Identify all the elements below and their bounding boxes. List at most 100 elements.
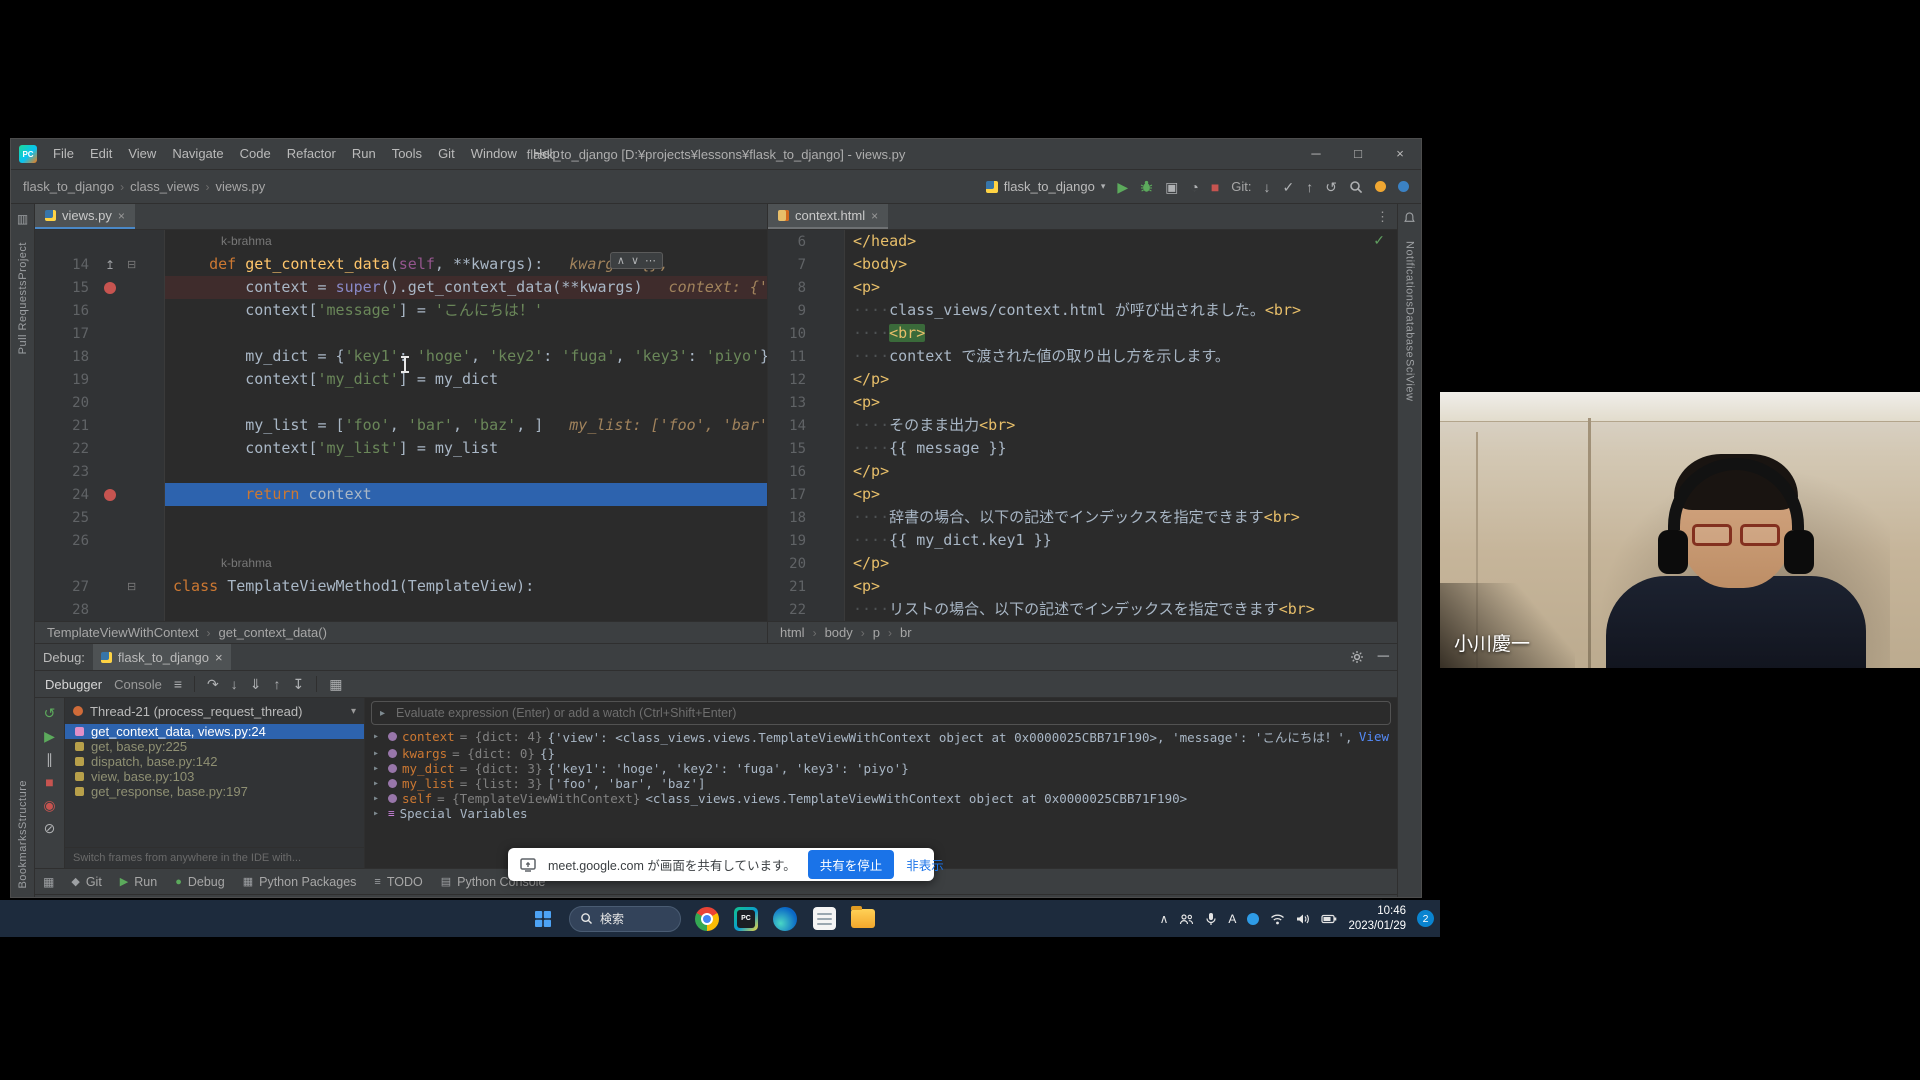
toolwindow-pull-requests[interactable]: Pull Requests xyxy=(17,280,29,354)
editor-breadcrumb-item[interactable]: p xyxy=(873,625,880,640)
hide-tool-window-icon[interactable]: ─ xyxy=(1378,648,1389,666)
toolwindow-bookmarks[interactable]: Bookmarks xyxy=(17,829,29,889)
editor-breadcrumb-item[interactable]: body xyxy=(825,625,853,640)
stop-sharing-button[interactable]: 共有を停止 xyxy=(808,850,895,879)
toolwindow-sciview[interactable]: SciView xyxy=(1404,359,1416,401)
toolwindow-database[interactable]: Database xyxy=(1404,307,1416,358)
toolwindow-button-todo[interactable]: ≡TODO xyxy=(365,869,431,894)
layout-options-icon[interactable]: ≡ xyxy=(174,676,182,692)
close-tab-icon[interactable]: × xyxy=(118,209,125,223)
toolwindow-button-debug[interactable]: ●Debug xyxy=(166,869,234,894)
editor-gutter[interactable]: 14↥⊟15161718192021222324252627⊟28 xyxy=(35,230,165,621)
tab-debugger[interactable]: Debugger xyxy=(45,677,102,692)
notifications-bell-icon[interactable] xyxy=(1403,212,1416,225)
battery-icon[interactable] xyxy=(1321,914,1337,924)
menu-edit[interactable]: Edit xyxy=(82,139,120,169)
notification-count-badge[interactable]: 2 xyxy=(1417,910,1434,927)
tab-options-icon[interactable]: ⋮ xyxy=(1376,209,1397,225)
run-config-selector[interactable]: flask_to_django ▾ xyxy=(986,179,1106,194)
close-button[interactable]: × xyxy=(1379,139,1421,169)
run-button[interactable]: ▶ xyxy=(1117,180,1128,194)
hide-link[interactable]: 非表示 xyxy=(906,855,944,874)
tool-window-switcher-icon[interactable]: ▦ xyxy=(43,875,54,889)
toolwindow-button-python-packages[interactable]: ▦Python Packages xyxy=(234,869,366,894)
taskbar-clock[interactable]: 10:46 2023/01/29 xyxy=(1348,904,1406,934)
hidden-icons-chevron[interactable]: ∧ xyxy=(1160,912,1169,926)
toolwindow-notifications[interactable]: Notifications xyxy=(1404,241,1416,307)
copilot-status-icon[interactable] xyxy=(1398,181,1409,192)
tab-views-py[interactable]: views.py × xyxy=(35,204,135,229)
expand-chevron-icon[interactable]: ▸ xyxy=(373,763,383,774)
menu-refactor[interactable]: Refactor xyxy=(279,139,344,169)
maximize-button[interactable]: □ xyxy=(1337,139,1379,169)
collapse-up-icon[interactable]: ∧ xyxy=(617,254,625,267)
view-link[interactable]: View xyxy=(1359,729,1389,744)
run-to-cursor-icon[interactable]: ↧ xyxy=(292,676,304,693)
breadcrumb-item[interactable]: class_views xyxy=(130,179,199,194)
microphone-icon[interactable] xyxy=(1205,912,1217,926)
stack-frame-row[interactable]: dispatch, base.py:142 xyxy=(65,754,364,769)
inspections-ok-icon[interactable]: ✓ xyxy=(1373,232,1385,249)
collapse-down-icon[interactable]: ∨ xyxy=(631,254,639,267)
stack-frame-row[interactable]: get_context_data, views.py:24 xyxy=(65,724,364,739)
step-into-icon[interactable]: ↓ xyxy=(231,676,238,692)
debug-button[interactable] xyxy=(1140,180,1153,193)
editor-breadcrumb-item[interactable]: br xyxy=(900,625,912,640)
menu-help[interactable]: Help xyxy=(525,139,568,169)
explorer-folder-icon[interactable] xyxy=(850,906,876,932)
git-commit-icon[interactable]: ✓ xyxy=(1283,180,1295,194)
ide-warning-indicator-icon[interactable] xyxy=(1375,181,1386,192)
override-marker-icon[interactable]: ↥ xyxy=(93,258,127,272)
menu-window[interactable]: Window xyxy=(463,139,525,169)
git-update-icon[interactable]: ↓ xyxy=(1264,180,1271,194)
expand-chevron-icon[interactable]: ▸ xyxy=(373,748,383,759)
pause-icon[interactable]: ∥ xyxy=(46,752,53,766)
thread-selector[interactable]: Thread-21 (process_request_thread) ▾ xyxy=(65,698,364,724)
stack-frame-row[interactable]: get, base.py:225 xyxy=(65,739,364,754)
stop-button[interactable]: ■ xyxy=(1211,180,1219,194)
editor-code[interactable]: </head><body><p>····class_views/context.… xyxy=(845,230,1397,621)
fold-marker[interactable]: ⊟ xyxy=(127,258,147,271)
bluetooth-tray-icon[interactable] xyxy=(1247,913,1259,925)
toolwindow-project[interactable]: Project xyxy=(17,242,29,280)
start-button[interactable] xyxy=(530,906,556,932)
code-editor-context-html[interactable]: 678910111213141516171819202122 </head><b… xyxy=(768,230,1397,621)
expand-chevron-icon[interactable]: ▸ xyxy=(373,808,383,819)
menu-file[interactable]: File xyxy=(45,139,82,169)
variable-row[interactable]: ▸kwargs = {dict: 0} {} xyxy=(365,746,1397,761)
profiler-icon[interactable]: ◔ xyxy=(1190,180,1198,194)
toolwindow-structure[interactable]: Structure xyxy=(17,780,29,829)
editor-gutter[interactable]: 678910111213141516171819202122 xyxy=(768,230,845,621)
editor-breadcrumb-item[interactable]: TemplateViewWithContext xyxy=(47,625,199,640)
variable-row[interactable]: ▸my_list = {list: 3} ['foo', 'bar', 'baz… xyxy=(365,776,1397,791)
close-tab-icon[interactable]: × xyxy=(871,209,878,223)
expand-chevron-icon[interactable]: ▸ xyxy=(373,793,383,804)
variable-row[interactable]: ▸self = {TemplateViewWithContext} <class… xyxy=(365,791,1397,806)
view-layout-icon[interactable]: ▦ xyxy=(329,676,342,693)
stack-frame-row[interactable]: view, base.py:103 xyxy=(65,769,364,784)
chrome-icon[interactable] xyxy=(694,906,720,932)
git-push-icon[interactable]: ↑ xyxy=(1306,180,1313,194)
close-session-icon[interactable]: × xyxy=(215,650,223,665)
inline-hint-widget[interactable]: ∧ ∨ ⋯ xyxy=(610,252,663,269)
breadcrumb-item[interactable]: flask_to_django xyxy=(23,179,114,194)
editor-breadcrumb-item[interactable]: html xyxy=(780,625,805,640)
evaluate-expression-input[interactable]: ▸ Evaluate expression (Enter) or add a w… xyxy=(371,701,1391,725)
search-everywhere-icon[interactable] xyxy=(1349,180,1363,194)
menu-tools[interactable]: Tools xyxy=(384,139,430,169)
editor-breadcrumb-item[interactable]: get_context_data() xyxy=(219,625,327,640)
step-out-icon[interactable]: ↑ xyxy=(273,676,280,692)
variable-row[interactable]: ▸my_dict = {dict: 3} {'key1': 'hoge', 'k… xyxy=(365,761,1397,776)
tab-context-html[interactable]: context.html × xyxy=(768,204,888,229)
search-input[interactable]: 検索 xyxy=(569,906,681,932)
minimize-button[interactable]: ─ xyxy=(1295,139,1337,169)
variable-row[interactable]: ▸context = {dict: 4} {'view': <class_vie… xyxy=(365,727,1397,746)
expand-chevron-icon[interactable]: ▸ xyxy=(373,778,383,789)
notepad-icon[interactable] xyxy=(811,906,837,932)
step-over-icon[interactable]: ↷ xyxy=(207,676,219,693)
ime-indicator[interactable]: A xyxy=(1228,912,1236,926)
resume-icon[interactable]: ▶ xyxy=(44,729,55,743)
tab-console[interactable]: Console xyxy=(114,677,162,692)
mute-breakpoints-icon[interactable]: ⊘ xyxy=(44,821,56,835)
debug-session-tab[interactable]: flask_to_django × xyxy=(93,644,231,670)
